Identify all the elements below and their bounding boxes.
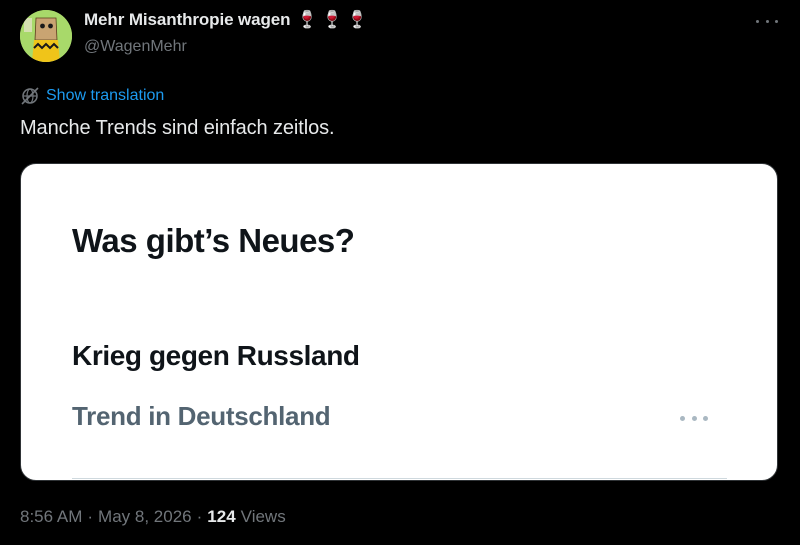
card-more-icon	[680, 416, 708, 422]
view-count: 124	[207, 507, 236, 526]
charlie-brown-avatar-icon	[20, 10, 72, 62]
show-translation-label[interactable]: Show translation	[46, 87, 164, 105]
tweet-date[interactable]: May 8, 2026	[98, 507, 192, 527]
avatar[interactable]	[20, 10, 72, 62]
author-handle[interactable]: @WagenMehr	[84, 38, 187, 56]
more-options-button[interactable]	[756, 14, 778, 28]
author-name-row[interactable]: Mehr Misanthropie wagen 🍷🍷🍷	[84, 10, 372, 30]
more-horizontal-icon	[756, 19, 759, 23]
meta-separator: ·	[196, 507, 203, 526]
globe-slash-icon	[21, 87, 39, 105]
views-label: Views	[240, 507, 286, 526]
meta-separator: ·	[87, 507, 94, 526]
card-trend-title: Krieg gegen Russland	[72, 340, 360, 371]
show-translation-link[interactable]: Show translation	[20, 86, 164, 106]
tweet-media-image[interactable]: Was gibt’s Neues? Krieg gegen Russland T…	[20, 163, 778, 481]
tweet-text: Manche Trends sind einfach zeitlos.	[20, 117, 335, 139]
card-trend-subtitle: Trend in Deutschland	[72, 401, 331, 431]
display-name[interactable]: Mehr Misanthropie wagen	[84, 10, 291, 30]
tweet-time[interactable]: 8:56 AM	[20, 507, 82, 527]
tweet-meta: 8:56 AM · May 8, 2026 · 124 Views	[20, 507, 286, 527]
tweet: Mehr Misanthropie wagen 🍷🍷🍷 @WagenMehr S…	[0, 0, 800, 545]
card-divider	[72, 478, 727, 479]
card-headline: Was gibt’s Neues?	[72, 222, 355, 259]
name-emojis: 🍷🍷🍷	[296, 10, 372, 29]
